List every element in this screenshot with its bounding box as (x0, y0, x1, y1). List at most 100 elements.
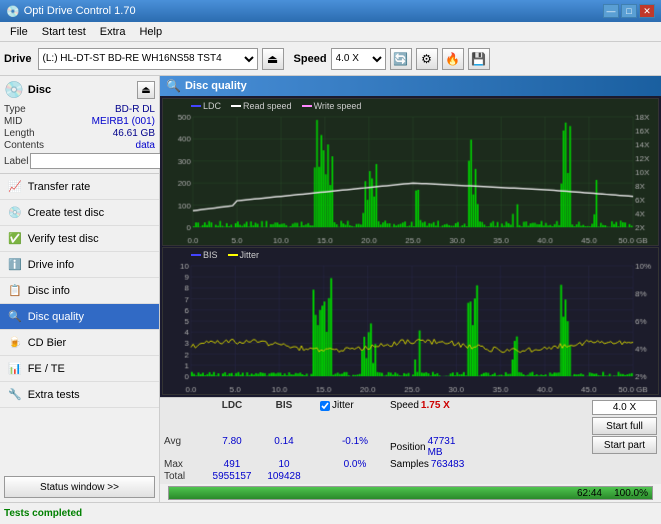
stats-panel: LDC BIS Jitter Speed 1.75 X 4.0 X Start … (160, 397, 661, 484)
legend-ldc-color (191, 105, 201, 107)
disc-title: Disc (28, 84, 51, 96)
stats-empty-header (164, 400, 206, 411)
menu-file[interactable]: File (4, 23, 34, 41)
speed-stat-value: 1.75 X (421, 400, 450, 411)
speed-stat-label: Speed (390, 400, 419, 411)
start-part-container: Start part (592, 436, 657, 454)
content-area: 🔍 Disc quality LDC Read speed (160, 76, 661, 502)
disc-info-label: Disc info (28, 285, 70, 297)
drive-label: Drive (4, 53, 32, 65)
sidebar-item-verify-test-disc[interactable]: ✅ Verify test disc (0, 226, 159, 252)
stats-avg-label: Avg (164, 436, 206, 458)
start-full-button[interactable]: Start full (592, 417, 657, 435)
samples-label: Samples (390, 459, 429, 470)
sidebar-item-disc-quality[interactable]: 🔍 Disc quality (0, 304, 159, 330)
create-test-disc-icon: 💿 (8, 206, 22, 219)
charts-container: LDC Read speed Write speed (160, 96, 661, 397)
disc-eject-button[interactable]: ⏏ (137, 81, 155, 99)
legend-read-speed: Read speed (231, 101, 292, 111)
stats-total-ldc: 5955157 (206, 471, 258, 482)
stats-speed-header: Speed 1.75 X (390, 400, 460, 411)
position-value: 47731 MB (428, 436, 460, 458)
legend-jitter: Jitter (228, 250, 260, 260)
burn-button[interactable]: 🔥 (442, 48, 464, 70)
chart-ldc: LDC Read speed Write speed (162, 98, 659, 246)
extra-tests-icon: 🔧 (8, 388, 22, 401)
quality-header-title: Disc quality (185, 80, 247, 92)
create-test-disc-label: Create test disc (28, 207, 104, 219)
disc-length-value: 46.61 GB (113, 128, 155, 139)
disc-label-label: Label (4, 156, 28, 167)
cd-bier-label: CD Bier (28, 337, 67, 349)
menu-help[interactable]: Help (133, 23, 168, 41)
status-window-button[interactable]: Status window >> (4, 476, 155, 498)
menu-extra[interactable]: Extra (94, 23, 132, 41)
stats-position: Position 47731 MB (390, 436, 460, 458)
menu-start-test[interactable]: Start test (36, 23, 92, 41)
legend-jitter-color (228, 254, 238, 256)
disc-type-label: Type (4, 104, 26, 115)
app-title: Opti Drive Control 1.70 (24, 5, 136, 17)
right-side: 4.0 X Start full (592, 400, 657, 435)
stats-avg-jitter: -0.1% (320, 436, 390, 458)
sidebar-item-drive-info[interactable]: ℹ️ Drive info (0, 252, 159, 278)
start-part-button[interactable]: Start part (592, 436, 657, 454)
stats-avg-bis: 0.14 (258, 436, 310, 458)
quality-header-icon: 🔍 (166, 79, 181, 93)
sidebar-item-create-test-disc[interactable]: 💿 Create test disc (0, 200, 159, 226)
position-label: Position (390, 442, 426, 453)
stats-bis-header: BIS (258, 400, 310, 411)
disc-length-label: Length (4, 128, 35, 139)
speed-label: Speed (294, 53, 327, 65)
minimize-button[interactable]: — (603, 4, 619, 18)
speed-select[interactable]: 4.0 X (331, 48, 386, 70)
stats-avg-row: Avg 7.80 0.14 -0.1% Position 47731 MB St… (164, 436, 657, 458)
main-layout: 💿 Disc ⏏ Type BD-R DL MID MEIRB1 (001) L… (0, 76, 661, 502)
sidebar-item-fe-te[interactable]: 📊 FE / TE (0, 356, 159, 382)
sidebar-item-cd-bier[interactable]: 🍺 CD Bier (0, 330, 159, 356)
quality-header: 🔍 Disc quality (160, 76, 661, 96)
disc-mid-label: MID (4, 116, 22, 127)
stats-max-ldc: 491 (206, 459, 258, 470)
progress-container: 62:44 100.0% (160, 484, 661, 502)
disc-mid-row: MID MEIRB1 (001) (4, 116, 155, 127)
jitter-checkbox[interactable] (320, 401, 330, 411)
maximize-button[interactable]: □ (621, 4, 637, 18)
legend-read-speed-color (231, 105, 241, 107)
extra-tests-label: Extra tests (28, 389, 80, 401)
close-button[interactable]: ✕ (639, 4, 655, 18)
disc-icon: 💿 (4, 80, 24, 100)
eject-button[interactable]: ⏏ (262, 48, 284, 70)
sidebar-item-extra-tests[interactable]: 🔧 Extra tests (0, 382, 159, 408)
progress-time: 62:44 (577, 487, 602, 501)
legend-write-speed-color (302, 105, 312, 107)
stats-header-row: LDC BIS Jitter Speed 1.75 X 4.0 X Start … (164, 400, 657, 435)
stats-total-bis: 109428 (258, 471, 310, 482)
fe-te-icon: 📊 (8, 362, 22, 375)
progress-bar: 62:44 100.0% (168, 486, 653, 500)
disc-label-input[interactable] (30, 153, 168, 169)
sidebar-item-transfer-rate[interactable]: 📈 Transfer rate (0, 174, 159, 200)
drive-info-label: Drive info (28, 259, 74, 271)
speed-box: 4.0 X (592, 400, 657, 415)
drive-select[interactable]: (L:) HL-DT-ST BD-RE WH16NS58 TST4 (38, 48, 258, 70)
jitter-label: Jitter (332, 400, 354, 411)
legend-write-speed: Write speed (302, 101, 362, 111)
refresh-button[interactable]: 🔄 (390, 48, 412, 70)
disc-type-value: BD-R DL (115, 104, 155, 115)
stats-avg-ldc: 7.80 (206, 436, 258, 458)
stats-max-total-row: Max 491 10 0.0% Samples 763483 (164, 459, 657, 470)
disc-panel: 💿 Disc ⏏ Type BD-R DL MID MEIRB1 (001) L… (0, 76, 159, 174)
titlebar: 💿 Opti Drive Control 1.70 — □ ✕ (0, 0, 661, 22)
disc-quality-label: Disc quality (28, 311, 84, 323)
disc-header: 💿 Disc ⏏ (4, 80, 155, 100)
disc-contents-row: Contents data (4, 140, 155, 151)
legend-ldc: LDC (191, 101, 221, 111)
disc-quality-icon: 🔍 (8, 310, 22, 323)
save-button[interactable]: 💾 (468, 48, 490, 70)
chart-bis: BIS Jitter (162, 247, 659, 395)
sidebar-item-disc-info[interactable]: 📋 Disc info (0, 278, 159, 304)
verify-test-disc-label: Verify test disc (28, 233, 99, 245)
settings-button[interactable]: ⚙ (416, 48, 438, 70)
disc-info-icon: 📋 (8, 284, 22, 297)
